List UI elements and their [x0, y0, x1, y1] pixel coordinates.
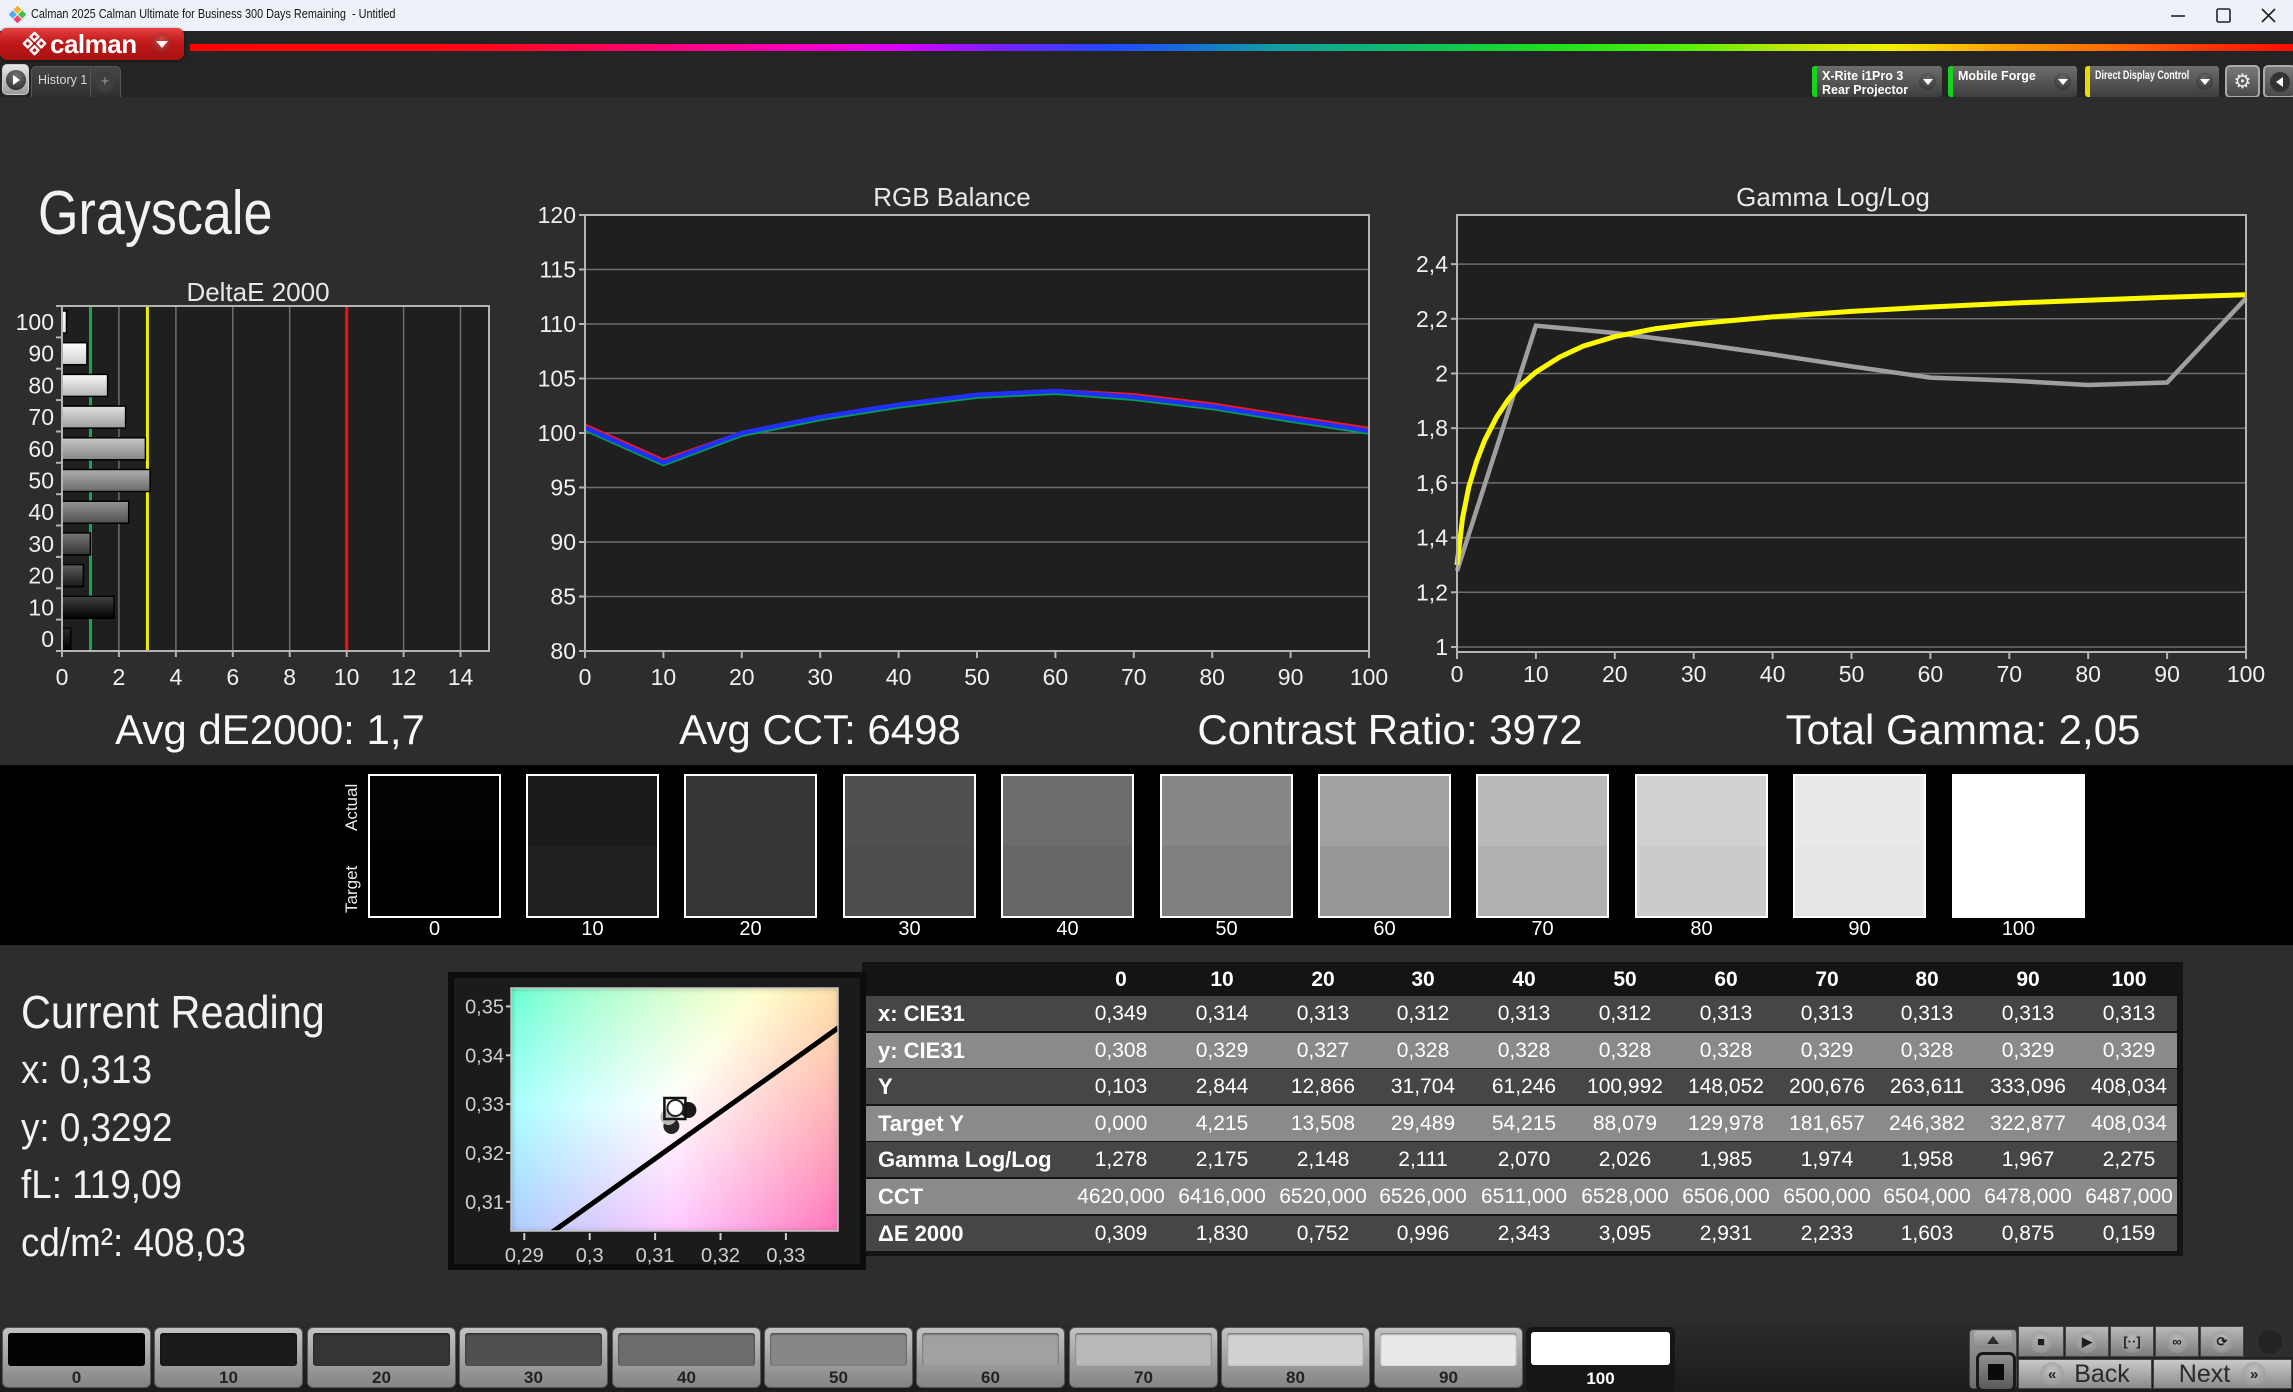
- svg-text:6: 6: [226, 664, 239, 690]
- svg-text:40: 40: [1760, 661, 1786, 687]
- svg-text:50: 50: [28, 468, 54, 494]
- svg-text:1,2: 1,2: [1416, 579, 1448, 605]
- svg-text:30: 30: [1681, 661, 1707, 687]
- svg-text:0,3: 0,3: [576, 1245, 604, 1267]
- svg-text:100: 100: [1350, 664, 1388, 690]
- svg-text:80: 80: [550, 638, 576, 664]
- svg-text:2: 2: [113, 664, 126, 690]
- svg-text:0,31: 0,31: [636, 1245, 675, 1267]
- svg-text:40: 40: [886, 664, 912, 690]
- svg-text:60: 60: [28, 436, 54, 462]
- svg-text:20: 20: [729, 664, 755, 690]
- svg-text:14: 14: [448, 664, 474, 690]
- svg-text:0: 0: [41, 626, 54, 652]
- svg-text:70: 70: [28, 404, 54, 430]
- svg-text:12: 12: [391, 664, 417, 690]
- svg-text:RGB Balance: RGB Balance: [873, 182, 1031, 212]
- svg-text:1,8: 1,8: [1416, 415, 1448, 441]
- svg-text:100: 100: [538, 420, 576, 446]
- svg-text:10: 10: [28, 594, 54, 620]
- svg-text:95: 95: [550, 475, 576, 501]
- svg-text:0: 0: [1451, 661, 1464, 687]
- svg-text:0,33: 0,33: [465, 1094, 504, 1116]
- svg-text:60: 60: [1918, 661, 1944, 687]
- svg-text:DeltaE 2000: DeltaE 2000: [186, 277, 329, 307]
- svg-text:80: 80: [1199, 664, 1225, 690]
- svg-text:1: 1: [1435, 634, 1448, 660]
- svg-text:0,32: 0,32: [465, 1143, 504, 1165]
- svg-text:0: 0: [56, 664, 69, 690]
- svg-text:2: 2: [1435, 361, 1448, 387]
- svg-text:4: 4: [170, 664, 183, 690]
- svg-text:100: 100: [2227, 661, 2265, 687]
- svg-text:0: 0: [579, 664, 592, 690]
- svg-text:90: 90: [28, 341, 54, 367]
- svg-text:0,33: 0,33: [766, 1245, 805, 1267]
- svg-text:115: 115: [539, 257, 576, 283]
- svg-text:2,2: 2,2: [1416, 306, 1448, 332]
- svg-text:80: 80: [28, 372, 54, 398]
- svg-text:100: 100: [16, 309, 54, 335]
- svg-text:2,4: 2,4: [1416, 251, 1448, 277]
- svg-text:40: 40: [28, 499, 54, 525]
- svg-text:85: 85: [550, 584, 576, 610]
- svg-text:50: 50: [1839, 661, 1865, 687]
- svg-text:50: 50: [964, 664, 990, 690]
- svg-text:0,34: 0,34: [465, 1045, 504, 1067]
- svg-text:0,32: 0,32: [701, 1245, 740, 1267]
- svg-text:0,29: 0,29: [505, 1245, 544, 1267]
- svg-text:70: 70: [1121, 664, 1147, 690]
- svg-text:90: 90: [1278, 664, 1304, 690]
- svg-text:10: 10: [334, 664, 360, 690]
- svg-text:80: 80: [2075, 661, 2101, 687]
- svg-text:0,35: 0,35: [465, 996, 504, 1018]
- svg-text:1,4: 1,4: [1416, 525, 1448, 551]
- svg-text:105: 105: [538, 366, 576, 392]
- svg-text:30: 30: [807, 664, 833, 690]
- svg-text:70: 70: [1997, 661, 2023, 687]
- svg-text:1,6: 1,6: [1416, 470, 1448, 496]
- svg-text:30: 30: [28, 531, 54, 557]
- svg-text:60: 60: [1043, 664, 1069, 690]
- svg-text:20: 20: [1602, 661, 1628, 687]
- svg-text:10: 10: [651, 664, 677, 690]
- svg-text:0,31: 0,31: [465, 1192, 504, 1214]
- svg-text:20: 20: [28, 563, 54, 589]
- svg-text:110: 110: [539, 311, 576, 337]
- svg-text:90: 90: [550, 529, 576, 555]
- svg-text:Gamma Log/Log: Gamma Log/Log: [1736, 182, 1930, 212]
- svg-text:90: 90: [2154, 661, 2180, 687]
- svg-text:10: 10: [1523, 661, 1549, 687]
- svg-text:8: 8: [283, 664, 296, 690]
- svg-text:120: 120: [538, 202, 576, 228]
